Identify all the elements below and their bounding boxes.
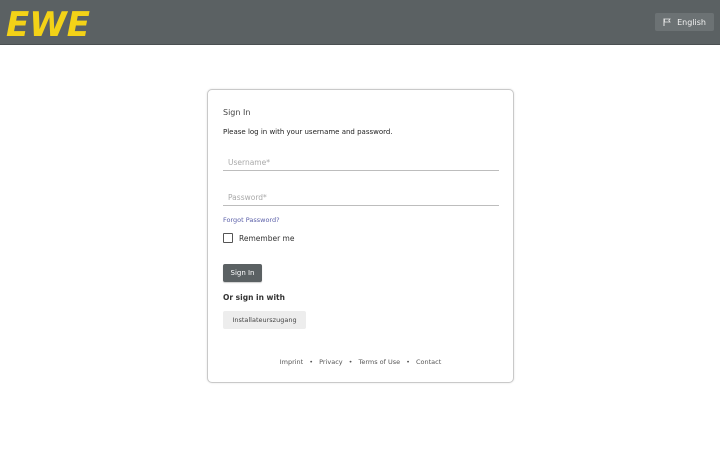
terms-of-use-link[interactable]: Terms of Use [358,358,400,366]
top-bar: EWE English [0,0,720,45]
logo-text: EWE [6,6,90,39]
login-intro-text: Please log in with your username and pas… [223,128,393,136]
separator-dot: • [348,358,353,366]
or-sign-in-heading: Or sign in with [223,293,285,302]
separator-dot: • [406,358,410,366]
language-label: English [677,17,706,27]
remember-me-label[interactable]: Remember me [239,234,294,243]
flag-icon [663,18,671,26]
password-field [223,184,499,206]
remember-me-row: Remember me [223,233,294,243]
installer-login-button[interactable]: Installateurszugang [223,311,306,329]
privacy-link[interactable]: Privacy [319,358,343,366]
contact-link[interactable]: Contact [416,358,441,366]
imprint-link[interactable]: Imprint [280,358,304,366]
forgot-password-link[interactable]: Forgot Password? [223,216,280,224]
language-selector-button[interactable]: English [655,13,714,31]
username-input[interactable] [223,149,499,170]
login-title: Sign In [223,108,251,117]
sign-in-button[interactable]: Sign In [223,264,262,282]
footer-links: Imprint • Privacy • Terms of Use • Conta… [208,358,513,366]
login-card: Sign In Please log in with your username… [207,89,514,383]
password-input[interactable] [223,184,499,205]
username-field [223,149,499,171]
separator-dot: • [309,358,314,366]
remember-me-checkbox[interactable] [223,233,233,243]
ewe-logo[interactable]: EWE [6,6,90,39]
